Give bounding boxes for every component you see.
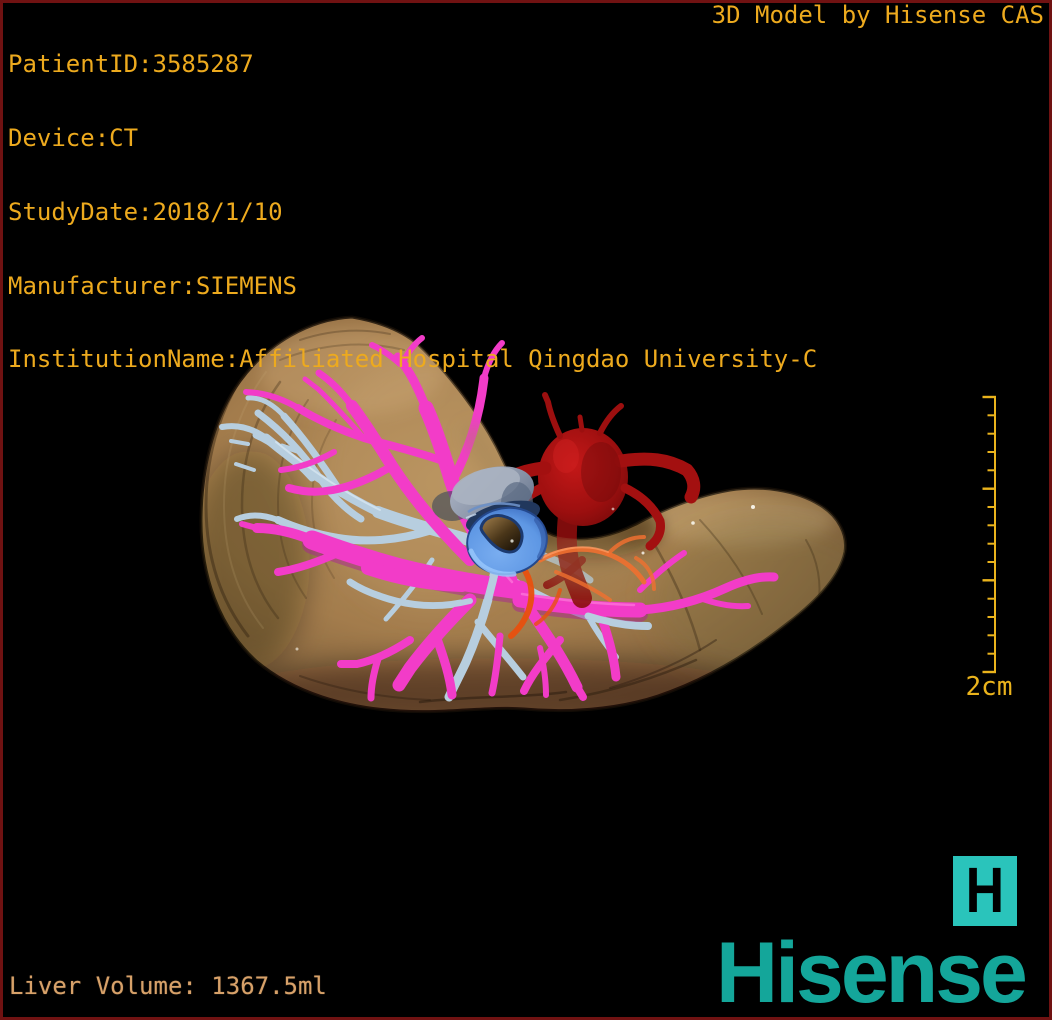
patient-info-block: PatientID:3585287 Device:CT StudyDate:20… (8, 3, 817, 421)
viewer-window: PatientID:3585287 Device:CT StudyDate:20… (0, 0, 1052, 1020)
liver-volume-text: Liver Volume: 1367.5ml (9, 972, 327, 1000)
scale-label: 2cm (965, 672, 1013, 702)
watermark-text: 3D Model by Hisense CAS (711, 1, 1044, 29)
institution-text: InstitutionName:Affiliated Hospital Qing… (8, 345, 818, 374)
hisense-wordmark: Hisense (716, 925, 1028, 1020)
hisense-logo-icon: H (953, 856, 1017, 926)
hisense-logo-letter: H (965, 854, 1005, 927)
scale-ruler (982, 395, 996, 674)
manufacturer-text: Manufacturer:SIEMENS (8, 271, 297, 300)
device-text: Device:CT (8, 123, 139, 152)
study-date-text: StudyDate:2018/1/10 (8, 197, 283, 226)
patient-id-text: PatientID:3585287 (8, 50, 254, 79)
